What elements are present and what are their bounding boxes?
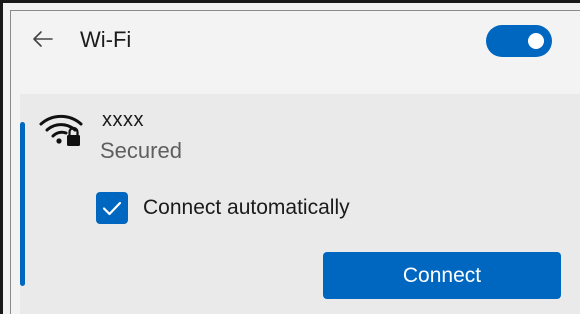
selection-indicator	[20, 122, 25, 286]
connect-button[interactable]: Connect	[323, 252, 561, 299]
page-title: Wi-Fi	[80, 27, 132, 52]
arrow-left-icon	[33, 31, 53, 47]
wifi-secured-icon	[38, 108, 86, 148]
connect-automatically-checkbox[interactable]	[96, 192, 128, 224]
network-status: Secured	[100, 138, 182, 163]
back-button[interactable]	[30, 26, 56, 52]
toggle-knob	[528, 33, 544, 49]
wifi-toggle[interactable]	[486, 25, 552, 57]
connect-automatically-label[interactable]: Connect automatically	[143, 196, 350, 220]
checkmark-icon	[102, 201, 122, 216]
network-ssid: xxxx	[102, 109, 144, 131]
